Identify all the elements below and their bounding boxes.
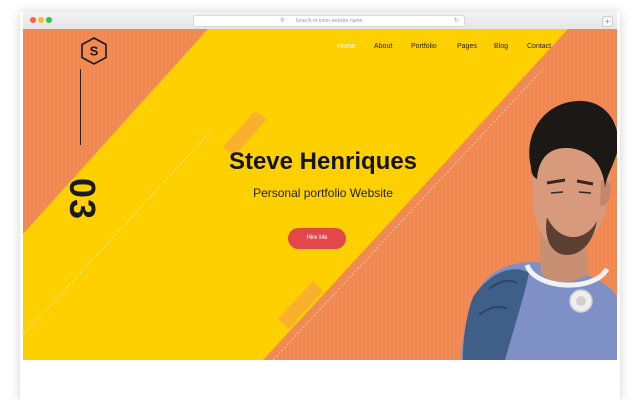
slide-number: 03 [62, 177, 103, 221]
hero-subtitle: Personal portfolio Website [253, 186, 393, 200]
address-bar-placeholder: Search or enter website name [295, 18, 363, 24]
nav-about[interactable]: About [374, 43, 392, 50]
nav-home[interactable]: Home [337, 43, 356, 50]
nav-pages[interactable]: Pages [457, 43, 477, 50]
address-bar[interactable]: ⚲ Search or enter website name ↻ [193, 15, 465, 27]
browser-titlebar: ⚲ Search or enter website name ↻ + [23, 12, 617, 30]
vertical-divider [80, 69, 81, 145]
search-icon: ⚲ [280, 18, 285, 24]
portrait-photo [461, 100, 617, 360]
hero-section: S 03 Home About Portfolio Pages Blog Con… [23, 29, 617, 360]
nav-contact[interactable]: Contact [527, 43, 551, 50]
nav-portfolio[interactable]: Portfolio [411, 43, 437, 50]
browser-window: ⚲ Search or enter website name ↻ + S 03 … [23, 12, 617, 400]
hire-me-button[interactable]: Hire Me [288, 228, 346, 249]
minimize-window-button[interactable] [38, 17, 44, 23]
reload-icon[interactable]: ↻ [454, 16, 459, 26]
nav-blog[interactable]: Blog [494, 43, 508, 50]
new-tab-button[interactable]: + [602, 16, 613, 27]
hexagon-logo-icon[interactable]: S [81, 37, 107, 65]
close-window-button[interactable] [30, 17, 36, 23]
hero-title: Steve Henriques [228, 148, 418, 175]
content-below-hero [23, 360, 617, 400]
logo-letter: S [90, 44, 99, 59]
maximize-window-button[interactable] [46, 17, 52, 23]
